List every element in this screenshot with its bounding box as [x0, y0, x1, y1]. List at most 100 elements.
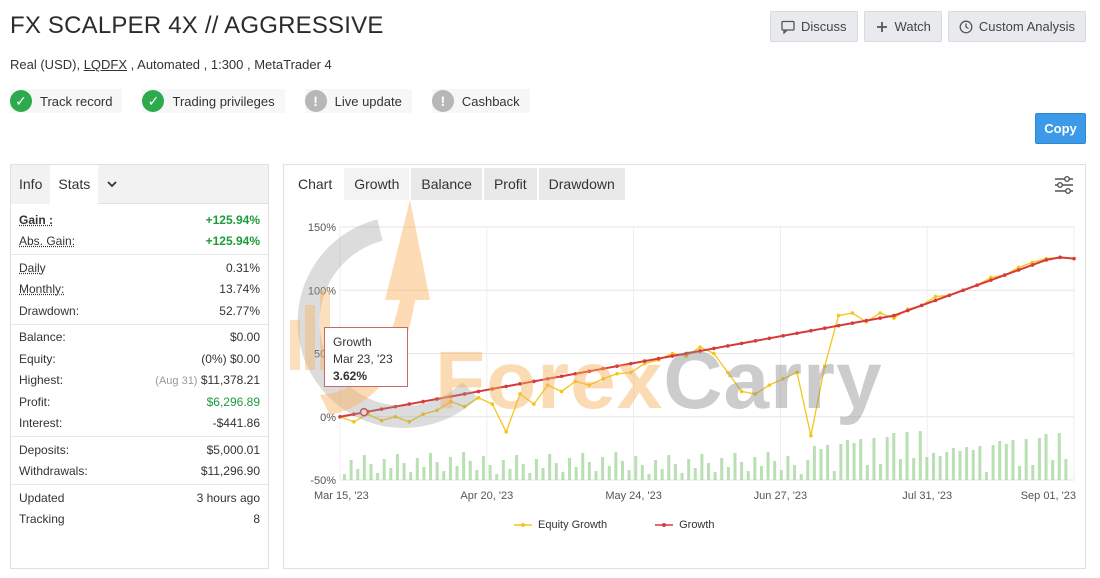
badge-label: Trading privileges: [172, 93, 275, 109]
tab-chart[interactable]: Chart: [288, 168, 343, 200]
broker-link[interactable]: LQDFX: [84, 57, 127, 72]
legend-equity-swatch: [514, 523, 532, 527]
legend-label: Growth: [679, 519, 715, 531]
badge-label: Live update: [334, 93, 402, 109]
stat-label[interactable]: Gain :: [19, 213, 53, 227]
stat-value: 8: [253, 512, 260, 527]
custom-analysis-button[interactable]: Custom Analysis: [947, 11, 1086, 42]
tab-profit[interactable]: Profit: [483, 168, 537, 200]
stat-value: +125.94%: [205, 234, 260, 249]
verification-badges: ✓ Track record ✓ Trading privileges ! Li…: [10, 89, 530, 113]
stat-updated: Updated 3 hours ago: [11, 487, 268, 509]
badge-cashback[interactable]: ! Cashback: [431, 89, 530, 113]
badge-label: Track record: [40, 93, 113, 109]
stat-label: Balance:: [19, 330, 66, 345]
stat-balance: Balance: $0.00: [11, 327, 268, 349]
stat-value: -$441.86: [212, 416, 260, 431]
discuss-label: Discuss: [801, 19, 847, 34]
watch-button[interactable]: Watch: [863, 11, 942, 42]
account-details: , Automated , 1:300 , MetaTrader 4: [127, 57, 332, 72]
divider: [11, 436, 268, 437]
chart-tabs: Chart Growth Balance Profit Drawdown: [284, 165, 1085, 203]
watch-label: Watch: [894, 19, 931, 34]
chart-legend: Equity Growth Growth: [514, 519, 715, 531]
equity-percent: (0%): [201, 351, 227, 366]
stat-label: Tracking: [19, 512, 65, 527]
tab-info[interactable]: Info: [11, 164, 51, 204]
stat-label: Profit:: [19, 394, 51, 409]
account-type: Real (USD),: [10, 57, 84, 72]
stat-value: 0.31%: [225, 260, 260, 275]
tab-growth[interactable]: Growth: [344, 168, 410, 200]
clock-icon: [959, 20, 973, 34]
copy-button[interactable]: Copy: [1035, 113, 1086, 144]
legend-label: Equity Growth: [538, 519, 608, 531]
tab-balance[interactable]: Balance: [411, 168, 482, 200]
stat-value: 3 hours ago: [196, 490, 260, 505]
highest-date: (Aug 31): [155, 375, 198, 388]
stat-label: Withdrawals:: [19, 464, 88, 479]
stat-value: +125.94%: [205, 212, 260, 227]
stat-value: $11,378.21: [200, 373, 260, 388]
stats-tabs: Info Stats: [11, 164, 268, 204]
stat-label: Highest:: [19, 373, 64, 388]
stat-label[interactable]: Daily: [19, 261, 46, 275]
stat-value: 13.74%: [219, 282, 260, 297]
check-icon: ✓: [142, 90, 165, 112]
divider: [11, 323, 268, 325]
stat-value: 52.77%: [219, 303, 260, 318]
legend-item-growth[interactable]: Growth: [655, 519, 715, 531]
settings-sliders-icon[interactable]: [1053, 174, 1075, 196]
legend-growth-swatch: [655, 523, 674, 527]
stat-label: Updated: [19, 490, 65, 505]
account-subtitle: Real (USD), LQDFX , Automated , 1:300 , …: [10, 57, 332, 72]
stat-label: Equity:: [19, 351, 56, 366]
page-title: FX SCALPER 4X // AGGRESSIVE: [10, 12, 384, 39]
stat-value: $6,296.89: [206, 394, 260, 409]
chart-tooltip: Growth Mar 23, '23 3.62%: [324, 327, 408, 387]
stat-equity: Equity: (0%) $0.00: [11, 348, 268, 370]
top-buttons: Discuss Watch Custom Analysis: [770, 11, 1086, 42]
badge-label: Cashback: [461, 93, 520, 109]
stat-withdrawals: Withdrawals: $11,296.90: [11, 461, 268, 483]
stat-deposits: Deposits: $5,000.01: [11, 439, 268, 461]
badge-live-update[interactable]: ! Live update: [304, 89, 412, 113]
exclamation-icon: !: [431, 90, 454, 112]
badge-trading-privileges[interactable]: ✓ Trading privileges: [142, 89, 285, 113]
stat-label[interactable]: Monthly:: [19, 282, 64, 296]
discuss-button[interactable]: Discuss: [770, 11, 858, 42]
stat-value: $11,296.90: [200, 464, 260, 479]
custom-analysis-label: Custom Analysis: [978, 19, 1075, 34]
stat-label[interactable]: Abs. Gain:: [19, 234, 75, 248]
tooltip-value: 3.62%: [333, 369, 368, 383]
exclamation-icon: !: [304, 90, 327, 112]
stat-abs-gain: Abs. Gain: +125.94%: [11, 231, 268, 253]
stat-monthly: Monthly: 13.74%: [11, 279, 268, 301]
stat-highest: Highest: (Aug 31) $11,378.21: [11, 370, 268, 392]
stat-value: $5,000.01: [206, 442, 260, 457]
stat-drawdown: Drawdown: 52.77%: [11, 300, 268, 322]
tooltip-series: Growth: [333, 335, 372, 349]
legend-item-equity[interactable]: Equity Growth: [514, 519, 607, 531]
stat-label: Drawdown:: [19, 303, 80, 318]
chevron-down-icon[interactable]: [98, 165, 126, 204]
chat-icon: [781, 20, 795, 34]
stat-value: $0.00: [229, 330, 260, 345]
plus-icon: [875, 20, 889, 34]
stats-panel: Info Stats Gain : +125.94% Abs. Gain: +125…: [10, 164, 269, 569]
stat-value: $0.00: [229, 351, 260, 366]
tooltip-date: Mar 23, '23: [333, 352, 393, 366]
stat-profit: Profit: $6,296.89: [11, 391, 268, 413]
stat-label: Interest:: [19, 416, 63, 431]
badge-track-record[interactable]: ✓ Track record: [10, 89, 123, 113]
check-icon: ✓: [10, 90, 32, 112]
tab-drawdown[interactable]: Drawdown: [538, 168, 625, 200]
stat-label: Deposits:: [19, 442, 70, 457]
stat-daily: Daily 0.31%: [11, 257, 268, 279]
stat-interest: Interest: -$441.86: [11, 413, 268, 435]
divider: [11, 484, 268, 485]
stat-tracking: Tracking 8: [11, 509, 268, 531]
stat-gain: Gain : +125.94%: [11, 209, 268, 231]
divider: [11, 254, 268, 255]
tab-stats[interactable]: Stats: [50, 164, 99, 204]
